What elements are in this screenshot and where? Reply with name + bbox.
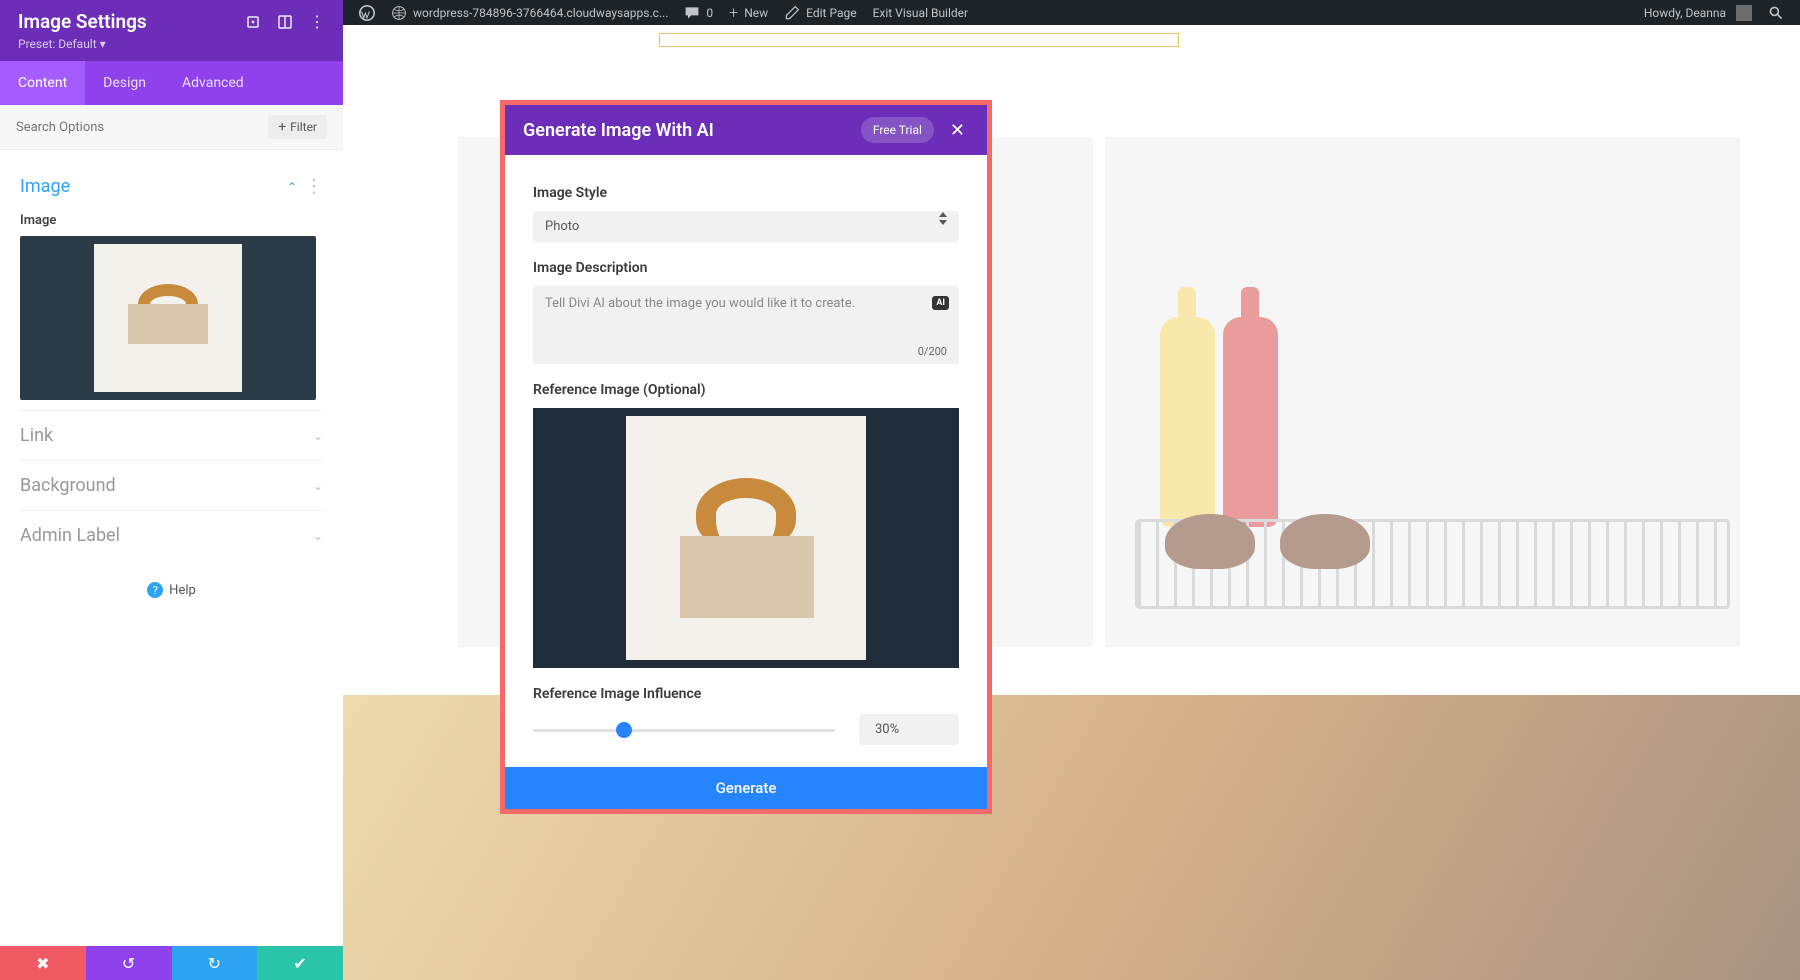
chevron-up-icon: ⌃ xyxy=(287,180,297,194)
modal-title: Generate Image With AI xyxy=(523,120,861,141)
chevron-down-icon: ⌄ xyxy=(313,529,323,543)
wp-new[interactable]: +New xyxy=(721,0,776,25)
layout-icon[interactable] xyxy=(277,14,293,30)
image-style-select[interactable]: Photo xyxy=(533,211,959,242)
influence-slider[interactable] xyxy=(533,720,835,740)
tab-content[interactable]: Content xyxy=(0,61,85,105)
reference-image-preview[interactable] xyxy=(533,408,959,668)
image-style-label: Image Style xyxy=(533,185,959,201)
image-description-input[interactable]: Tell Divi AI about the image you would l… xyxy=(533,286,959,364)
image-description-label: Image Description xyxy=(533,260,959,276)
undo-button[interactable]: ↺ xyxy=(86,946,172,980)
settings-tabs: Content Design Advanced xyxy=(0,61,343,105)
more-icon[interactable]: ⋮ xyxy=(309,14,325,30)
help-icon: ? xyxy=(147,582,163,598)
canvas-selection-outline xyxy=(659,33,1179,47)
responsive-icon[interactable] xyxy=(245,14,261,30)
preset-label[interactable]: Preset: Default ▾ xyxy=(18,37,325,51)
section-image[interactable]: Image⌃⋮ xyxy=(20,162,323,211)
tab-design[interactable]: Design xyxy=(85,61,164,105)
tab-advanced[interactable]: Advanced xyxy=(164,61,262,105)
search-options-row: +Filter xyxy=(0,105,343,150)
wp-comments[interactable]: 0 xyxy=(676,0,721,25)
panel-header: Image Settings ⋮ Preset: Default ▾ xyxy=(0,0,343,61)
panel-title: Image Settings xyxy=(18,10,235,33)
wp-search-icon[interactable] xyxy=(1760,0,1792,25)
canvas-image-right xyxy=(1105,137,1740,647)
wp-exit-visual-builder[interactable]: Exit Visual Builder xyxy=(865,0,977,25)
wp-site-name: wordpress-784896-3766464.cloudwaysapps.c… xyxy=(413,6,668,20)
wp-howdy[interactable]: Howdy, Deanna xyxy=(1636,0,1760,25)
save-button[interactable]: ✔ xyxy=(257,946,343,980)
wp-admin-bar: wordpress-784896-3766464.cloudwaysapps.c… xyxy=(343,0,1800,25)
reference-image-label: Reference Image (Optional) xyxy=(533,382,959,398)
wp-site-link[interactable]: wordpress-784896-3766464.cloudwaysapps.c… xyxy=(383,0,676,25)
generate-button[interactable]: Generate xyxy=(505,767,987,809)
redo-button[interactable]: ↻ xyxy=(172,946,258,980)
mustard-bottle-graphic xyxy=(1160,317,1215,527)
discard-button[interactable]: ✖ xyxy=(0,946,86,980)
filter-button[interactable]: +Filter xyxy=(268,115,327,139)
image-field-label: Image xyxy=(20,213,323,228)
section-link[interactable]: Link⌄ xyxy=(20,410,323,460)
free-trial-badge[interactable]: Free Trial xyxy=(861,117,934,143)
influence-value[interactable]: 30% xyxy=(859,714,959,745)
section-more-icon[interactable]: ⋮ xyxy=(305,176,323,197)
pretzel-graphic xyxy=(1165,514,1255,569)
image-preview[interactable] xyxy=(20,236,316,400)
chevron-down-icon: ⌄ xyxy=(313,479,323,493)
close-icon[interactable]: ✕ xyxy=(946,120,969,141)
wp-edit-page[interactable]: Edit Page xyxy=(776,0,864,25)
generate-ai-modal: Generate Image With AI Free Trial ✕ Imag… xyxy=(500,100,992,814)
settings-panel: Image Settings ⋮ Preset: Default ▾ Conte… xyxy=(0,0,343,980)
char-count: 0/200 xyxy=(918,345,947,358)
avatar xyxy=(1736,5,1752,21)
section-admin-label[interactable]: Admin Label⌄ xyxy=(20,510,323,560)
panel-footer: ✖ ↺ ↻ ✔ xyxy=(0,946,343,980)
reference-influence-label: Reference Image Influence xyxy=(533,686,959,702)
chevron-down-icon: ⌄ xyxy=(313,429,323,443)
search-options-input[interactable] xyxy=(16,120,268,135)
help-link[interactable]: ?Help xyxy=(0,564,343,616)
ketchup-bottle-graphic xyxy=(1223,317,1278,527)
section-background[interactable]: Background⌄ xyxy=(20,460,323,510)
pretzel-graphic xyxy=(1280,514,1370,569)
image-description-placeholder: Tell Divi AI about the image you would l… xyxy=(545,296,855,311)
wp-logo[interactable] xyxy=(351,0,383,25)
modal-header: Generate Image With AI Free Trial ✕ xyxy=(505,105,987,155)
ai-badge-icon[interactable]: AI xyxy=(932,296,949,310)
